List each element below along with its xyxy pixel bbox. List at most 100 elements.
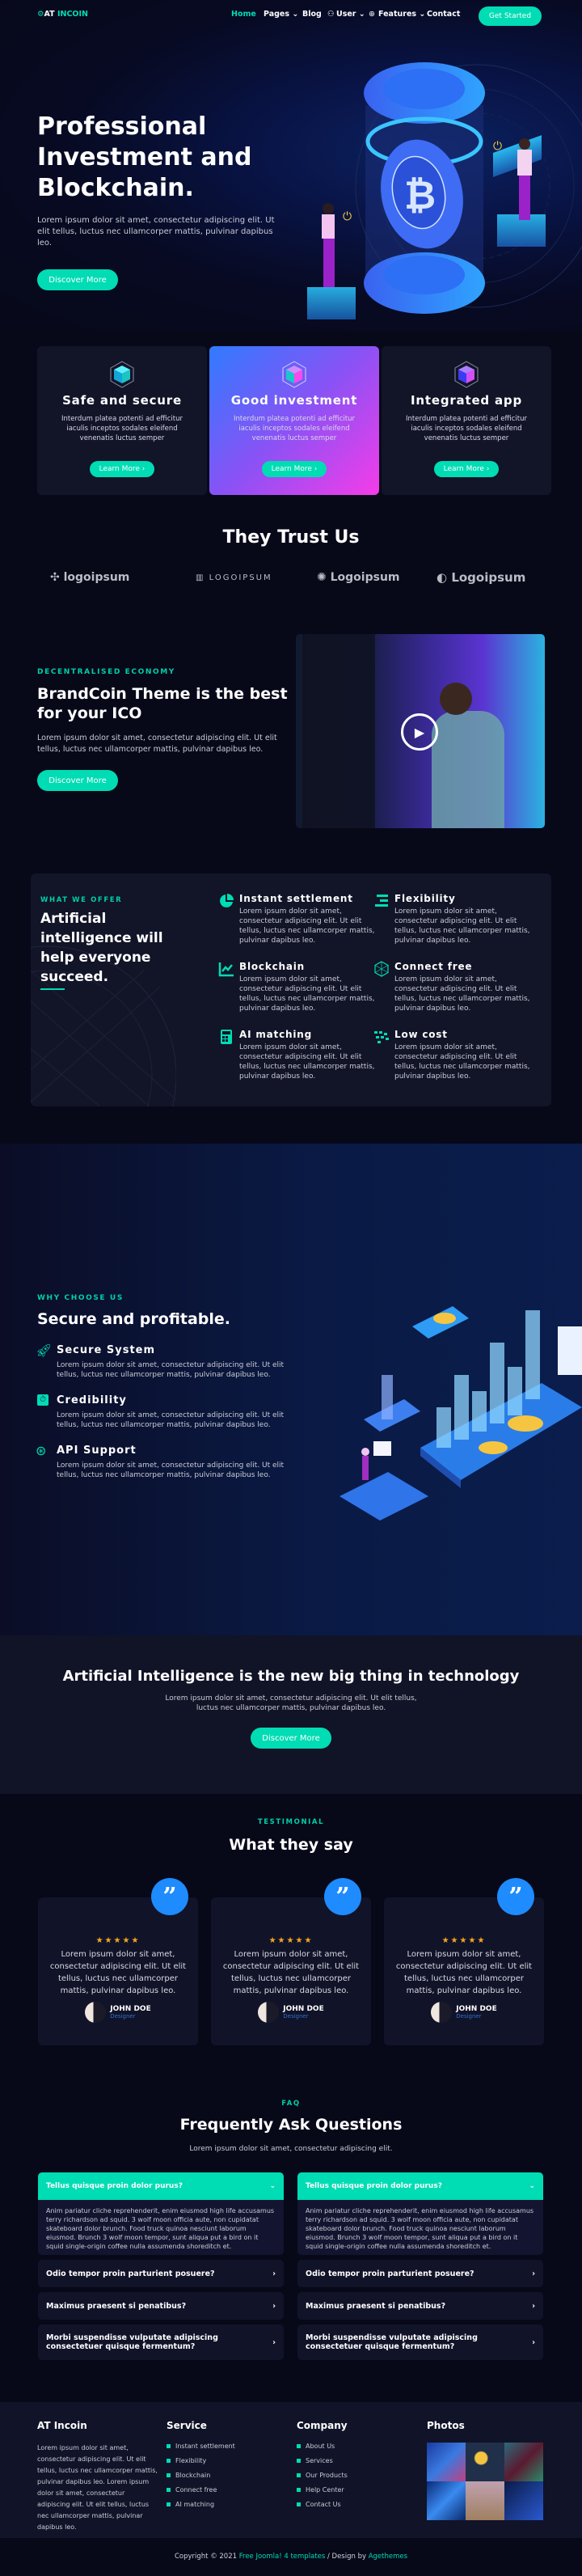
feature-title: Safe and secure — [62, 393, 182, 408]
economy-discover-button[interactable]: Discover More — [37, 770, 118, 791]
agethemes-link[interactable]: Agethemes — [369, 2553, 407, 2561]
hero-discover-button[interactable]: Discover More — [37, 269, 118, 290]
nav-features[interactable]: Features ⌄ — [378, 10, 425, 19]
footer-link[interactable]: Instant settlement — [167, 2443, 235, 2450]
footer-link[interactable]: Flexibility — [167, 2457, 235, 2464]
feature-card-app: Integrated app Interdum platea potenti a… — [382, 346, 551, 495]
author-role: Designer — [456, 2013, 482, 2020]
chevron-down-icon: ⌄ — [269, 2182, 276, 2190]
author-name: JOHN DOE — [283, 2005, 324, 2013]
logo-icon: ✣ — [50, 571, 64, 584]
logo[interactable]: ⚙AT INCOIN — [37, 10, 88, 19]
photo-thumb[interactable] — [466, 2481, 504, 2520]
rating-stars: ★★★★★ — [95, 1936, 141, 1945]
footer-link[interactable]: Our Products — [297, 2472, 348, 2479]
faq-question-open[interactable]: Tellus quisque proin dolor purus? ⌄ — [38, 2172, 284, 2200]
photo-thumb[interactable] — [427, 2481, 466, 2520]
economy-text: Lorem ipsum dolor sit amet, consectetur … — [37, 734, 277, 754]
faq-question[interactable]: Odio tempor proin parturient posuere? › — [297, 2260, 543, 2287]
video-thumbnail[interactable]: ▶ — [296, 634, 545, 828]
chevron-right-icon: › — [532, 2337, 535, 2347]
rating-stars: ★★★★★ — [268, 1936, 314, 1945]
faq-answer: Anim pariatur cliche reprehenderit, enim… — [297, 2200, 543, 2255]
align-lines-icon — [375, 895, 388, 907]
photo-thumb[interactable] — [466, 2443, 504, 2481]
cube-icon — [454, 361, 479, 388]
partner-logo: ✺ Logoipsum — [317, 571, 400, 584]
offer-item: Connect free Lorem ipsum dolor sit amet,… — [373, 961, 535, 1013]
play-icon[interactable]: ▶ — [401, 713, 438, 751]
offer-item: Low cost Lorem ipsum dolor sit amet, con… — [373, 1029, 535, 1081]
testimonial-text: Lorem ipsum dolor sit amet, consectetur … — [49, 1950, 187, 1995]
author-role: Designer — [110, 2013, 136, 2020]
faq-question[interactable]: Odio tempor proin parturient posuere? › — [38, 2260, 284, 2287]
choose-title: Secure and profitable. — [37, 1310, 231, 1328]
quote-icon: ” — [497, 1878, 534, 1915]
templates-link[interactable]: Free Joomla! 4 templates — [239, 2553, 326, 2561]
testimonial-card: ” ★★★★★ Lorem ipsum dolor sit amet, cons… — [384, 1878, 544, 2045]
avatar — [258, 2002, 280, 2023]
testimonial-card: ” ★★★★★ Lorem ipsum dolor sit amet, cons… — [211, 1878, 371, 2045]
chevron-down-icon: ⌄ — [529, 2182, 535, 2190]
accent-divider — [40, 988, 65, 990]
photo-grid — [427, 2443, 543, 2520]
footer-link[interactable]: Services — [297, 2457, 348, 2464]
faq-column: Tellus quisque proin dolor purus? ⌄ Anim … — [38, 2172, 284, 2360]
footer-link[interactable]: About Us — [297, 2443, 348, 2450]
testimonial-card: ” ★★★★★ Lorem ipsum dolor sit amet, cons… — [38, 1878, 198, 2045]
faq-question[interactable]: Maximus praesent si penatibus? › — [38, 2292, 284, 2320]
footer-about: AT Incoin Lorem ipsum dolor sit amet, co… — [37, 2420, 158, 2531]
get-started-button[interactable]: Get Started — [479, 6, 542, 26]
footer-link[interactable]: Contact Us — [297, 2501, 348, 2508]
photo-thumb[interactable] — [427, 2443, 466, 2481]
footer-photos: Photos — [427, 2420, 543, 2520]
photo-thumb[interactable] — [504, 2443, 543, 2481]
learn-more-button[interactable]: Learn More › — [434, 461, 499, 477]
person-silhouette — [432, 711, 504, 828]
faq-title: Frequently Ask Questions — [179, 2116, 403, 2134]
nav-pages[interactable]: Pages ⌄ — [264, 10, 298, 19]
testimonial-title: What they say — [229, 1836, 353, 1854]
faq-question[interactable]: Maximus praesent si penatibus? › — [297, 2292, 543, 2320]
partner-logo: ✣ logoipsum — [50, 571, 130, 584]
faq-subtitle: Lorem ipsum dolor sit amet, consectetur … — [189, 2145, 393, 2153]
nav-user[interactable]: User ⌄ — [336, 10, 365, 19]
offer-eyebrow: WHAT WE OFFER — [40, 896, 123, 904]
faq-question-open[interactable]: Tellus quisque proin dolor purus? ⌄ — [297, 2172, 543, 2200]
partner-logo: ▥ LOGOIPSUM — [196, 573, 272, 582]
learn-more-button[interactable]: Learn More › — [262, 461, 327, 477]
nav-contact[interactable]: Contact — [427, 10, 460, 19]
logo-icon: ◐ — [436, 570, 452, 585]
faq-question[interactable]: Morbi suspendisse vulputate adipiscing c… — [38, 2324, 284, 2360]
footer-link[interactable]: Help Center — [297, 2486, 348, 2494]
feature-text: Interdum platea potenti ad efficitur iac… — [61, 415, 183, 442]
blockchain-dots-icon — [374, 1031, 389, 1043]
calculator-icon — [221, 1030, 232, 1044]
chart-line-icon — [218, 962, 234, 977]
faq-eyebrow: FAQ — [281, 2100, 301, 2108]
footer: AT Incoin Lorem ipsum dolor sit amet, co… — [0, 2402, 582, 2538]
chevron-right-icon: › — [272, 2301, 276, 2311]
nav-home[interactable]: Home — [231, 10, 256, 19]
footer-link[interactable]: Connect free — [167, 2486, 235, 2494]
economy-eyebrow: DECENTRALISED ECONOMY — [37, 668, 175, 676]
trust-title: They Trust Us — [222, 527, 360, 548]
nav-blog[interactable]: Blog — [302, 10, 322, 19]
banner-discover-button[interactable]: Discover More — [251, 1728, 331, 1749]
offer-title: Artificial intelligence will help everyo… — [40, 911, 163, 985]
footer-company: Company About Us Services Our Products H… — [297, 2420, 348, 2508]
learn-more-button[interactable]: Learn More › — [90, 461, 154, 477]
feature-title: Integrated app — [411, 393, 522, 408]
faq-answer: Anim pariatur cliche reprehenderit, enim… — [38, 2200, 284, 2255]
faq-question[interactable]: Morbi suspendisse vulputate adipiscing c… — [297, 2324, 543, 2360]
feature-text: Interdum platea potenti ad efficitur iac… — [234, 415, 355, 442]
banner-text: Lorem ipsum dolor sit amet, consectetur … — [165, 1694, 417, 1712]
svg-text:⏻: ⏻ — [493, 140, 502, 153]
photo-thumb[interactable] — [504, 2481, 543, 2520]
avatar — [85, 2002, 107, 2023]
author-name: JOHN DOE — [456, 2005, 497, 2013]
footer-link[interactable]: AI matching — [167, 2501, 235, 2508]
rating-stars: ★★★★★ — [441, 1936, 487, 1945]
logo-icon: ⚙ — [37, 10, 44, 19]
footer-link[interactable]: Blockchain — [167, 2472, 235, 2479]
